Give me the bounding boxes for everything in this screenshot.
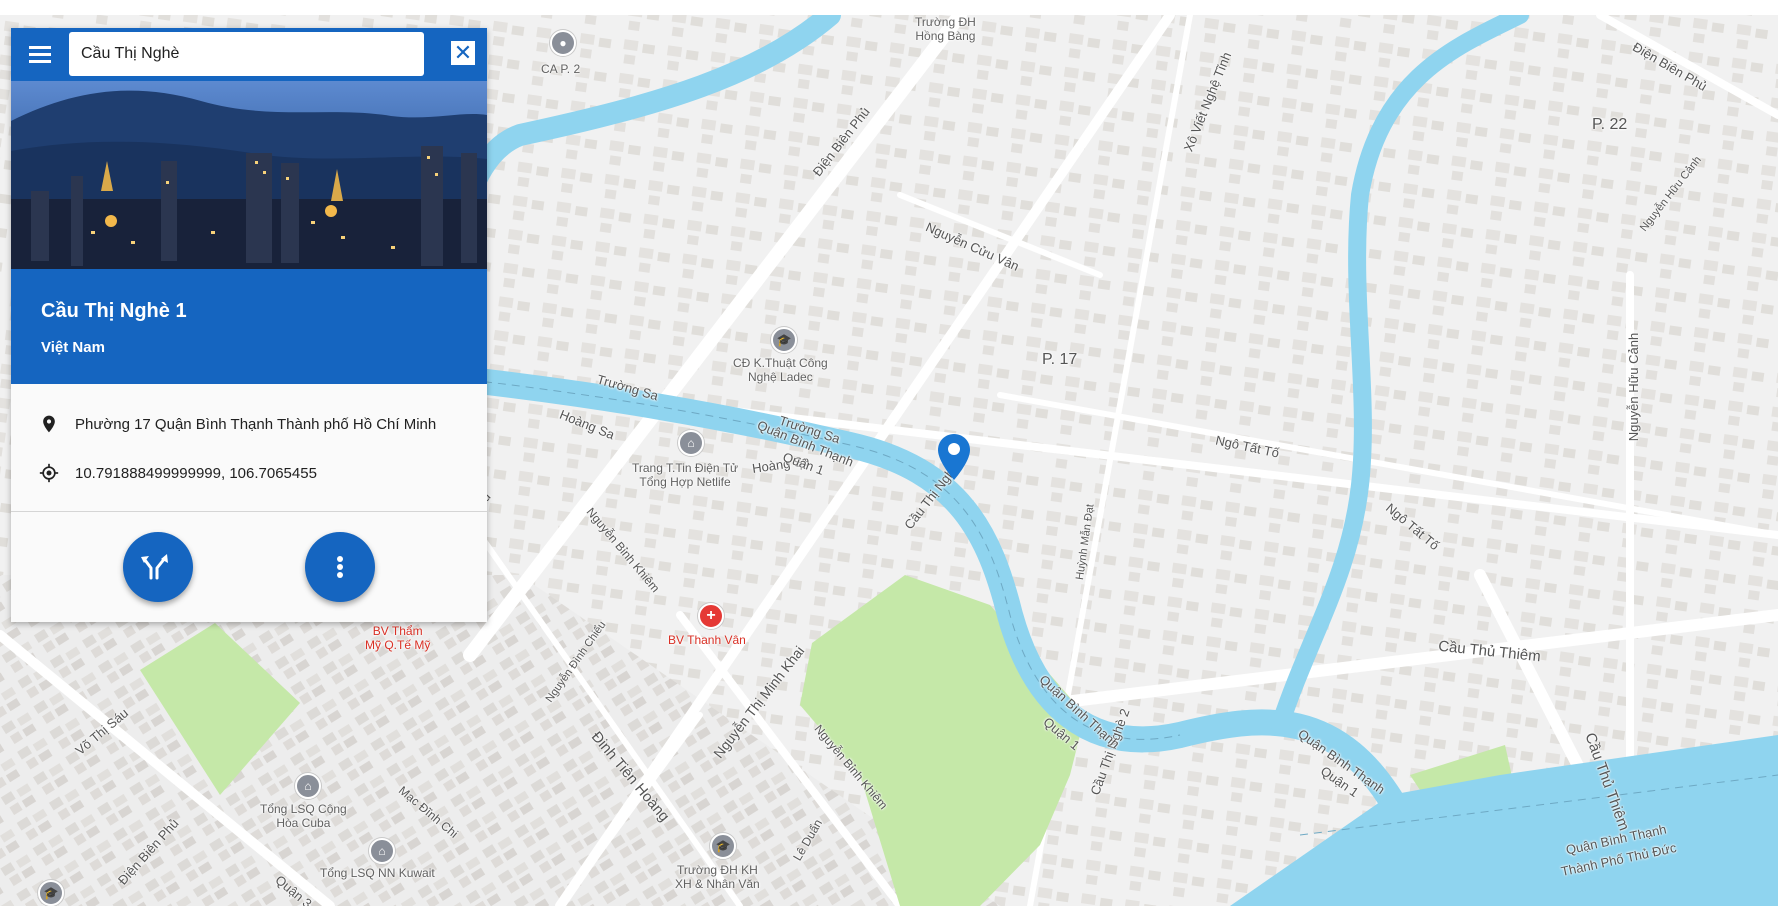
place-title: Cầu Thị Nghè 1 [41,300,187,322]
address-row: Phường 17 Quận Bình Thạnh Thành phố Hồ C… [11,404,487,444]
place-header: Cầu Thị Nghè 1 Việt Nam [11,269,487,384]
poi-label[interactable]: BV Thanh Vân [668,633,746,647]
school-icon[interactable]: 🎓 [710,833,736,859]
embassy-icon[interactable]: ⌂ [295,773,321,799]
coordinates-text: 10.791888499999999, 106.7065455 [75,465,317,482]
search-bar: ✕ [11,28,487,81]
poi-label[interactable]: CĐ K.Thuật Công Nghệ Ladec [733,356,828,384]
address-text: Phường 17 Quận Bình Thạnh Thành phố Hồ C… [75,416,437,433]
gps-target-icon [39,463,59,483]
poi-label[interactable]: BV Thẩm Mỹ Q.Tế Mỹ [365,624,430,652]
place-country: Việt Nam [41,339,105,356]
menu-icon[interactable] [25,42,53,68]
poi-marker-icon[interactable]: ● [550,30,576,56]
school-icon[interactable]: 🎓 [38,880,64,906]
directions-button[interactable] [123,532,193,602]
poi-label[interactable]: Trường ĐH Hồng Bàng [915,15,976,43]
poi-label[interactable]: Tổng LSQ Cộng Hòa Cuba [260,802,347,830]
location-pin-icon [43,415,55,433]
close-icon[interactable]: ✕ [451,41,475,65]
divider [11,511,487,512]
poi-label[interactable]: CA P. 2 [541,62,580,76]
museum-icon[interactable]: ⌂ [678,430,704,456]
school-icon[interactable]: 🎓 [771,327,797,353]
search-input[interactable] [69,32,424,76]
embassy-icon[interactable]: ⌂ [369,838,395,864]
poi-label[interactable]: Trang T.Tin Điện Tử Tổng Hợp Netlife [632,461,738,489]
more-options-button[interactable] [305,532,375,602]
map-label: P. 22 [1592,116,1628,133]
poi-label[interactable]: Trường ĐH KH XH & Nhân Văn [675,863,760,891]
map-label: P. 17 [1042,351,1078,368]
hospital-icon[interactable]: + [698,603,724,629]
directions-icon [141,554,168,580]
more-vert-icon [337,556,343,578]
place-photo [11,81,487,269]
poi-label[interactable]: Tổng LSQ NN Kuwait [320,866,435,880]
place-panel: ✕ [11,28,487,622]
coordinates-row: 10.791888499999999, 106.7065455 [11,453,487,493]
map-label: Nguyễn Hữu Cảnh [1626,332,1642,442]
location-pin-icon[interactable] [938,434,970,480]
